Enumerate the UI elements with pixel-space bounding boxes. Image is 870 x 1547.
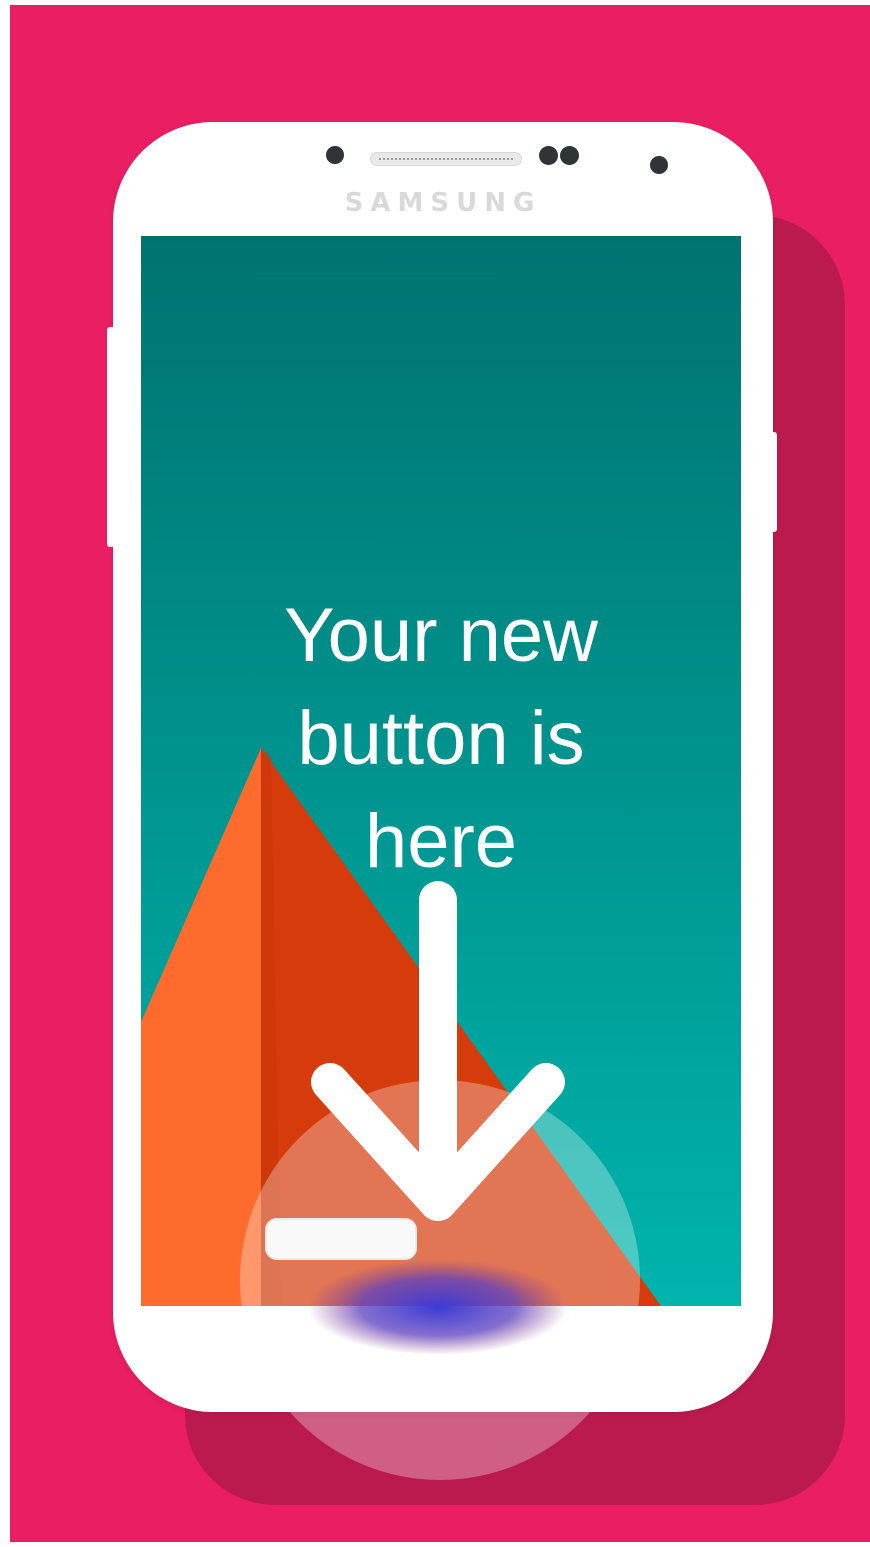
headline-line-3: here [364,799,518,884]
headline-line-2: button is [297,696,585,781]
front-sensor-dot [326,146,344,164]
proximity-sensor-dot [539,146,558,165]
headline-line-1: Your new [283,593,599,678]
home-button[interactable] [265,1218,417,1260]
brand-logo: SAMSUNG [344,188,542,218]
phone-mockup: SAMSUNG Your new button is here [107,122,777,1412]
power-button [769,432,777,532]
earpiece-speaker [370,152,522,166]
volume-button [107,327,115,547]
front-camera-dot [650,156,668,174]
ambient-sensor-dot [560,146,579,165]
promo-background: SAMSUNG Your new button is here [10,5,870,1542]
headline: Your new button is here [141,584,741,893]
phone-screen: Your new button is here [141,236,741,1306]
